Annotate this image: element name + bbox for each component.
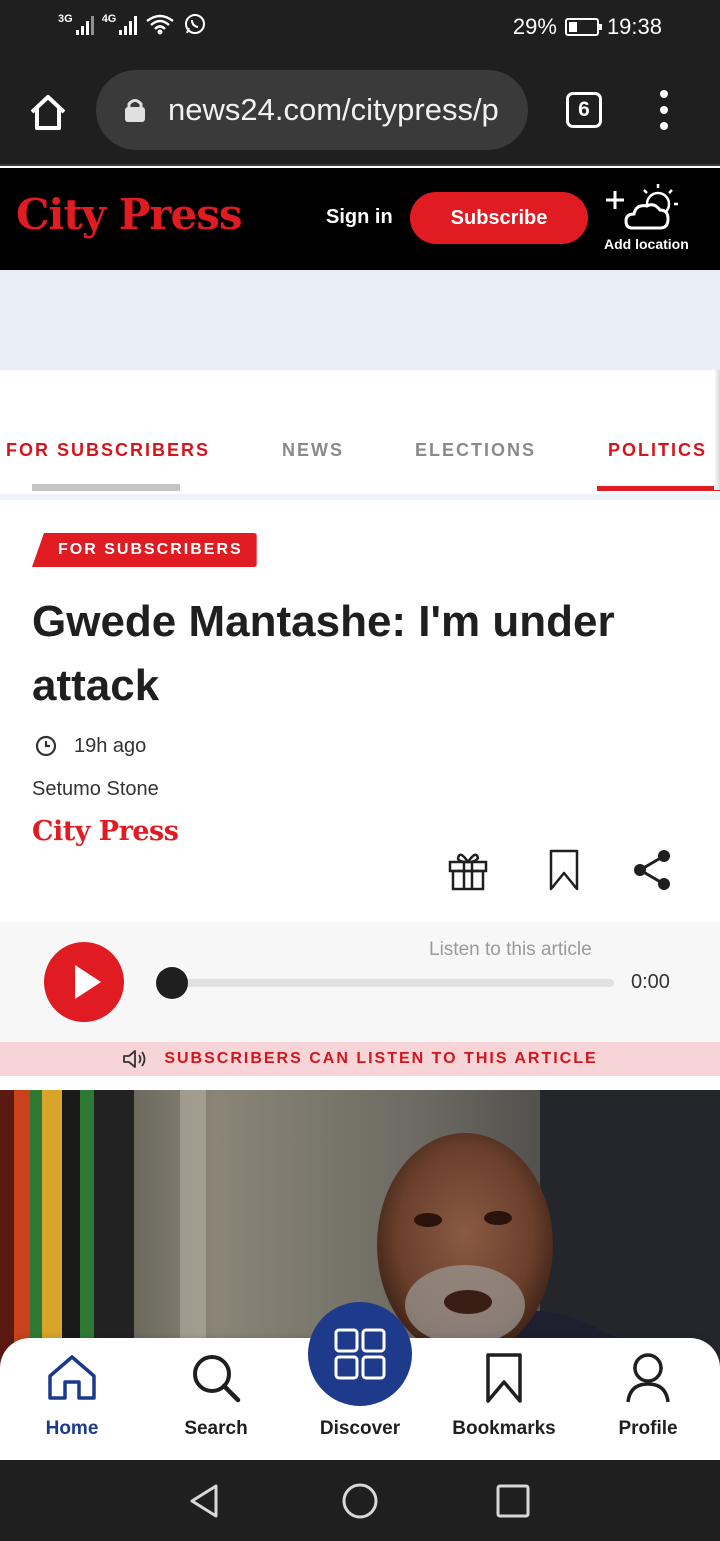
system-recents-button[interactable] xyxy=(494,1482,532,1520)
share-icon xyxy=(634,850,670,890)
subscribers-listen-banner[interactable]: SUBSCRIBERS CAN LISTEN TO THIS ARTICLE xyxy=(0,1042,720,1076)
browser-home-button[interactable] xyxy=(26,90,70,134)
bookmark-article-button[interactable] xyxy=(542,848,586,892)
tab-for-subscribers[interactable]: FOR SUBSCRIBERS xyxy=(6,440,210,461)
system-back-button[interactable] xyxy=(186,1482,224,1520)
bookmark-icon xyxy=(549,849,579,891)
address-bar[interactable]: news24.com/citypress/p xyxy=(96,70,528,150)
url-text: news24.com/citypress/p xyxy=(168,92,499,127)
gift-icon xyxy=(448,853,488,891)
network-indicators: 3G 4G xyxy=(58,12,207,36)
tab-news[interactable]: NEWS xyxy=(282,440,344,461)
subscribers-listen-text: SUBSCRIBERS CAN LISTEN TO THIS ARTICLE xyxy=(164,1050,598,1067)
battery-percent: 29% xyxy=(512,14,557,39)
audio-player: Listen to this article 0:00 xyxy=(0,922,720,1042)
search-icon xyxy=(193,1355,241,1403)
browser-toolbar: news24.com/citypress/p 6 xyxy=(0,56,720,166)
audio-time: 0:00 xyxy=(631,971,670,993)
clock-icon xyxy=(35,735,57,757)
clock: 19:38 xyxy=(606,14,662,39)
tab-politics[interactable]: POLITICS xyxy=(608,440,707,461)
author-name[interactable]: Setumo Stone xyxy=(32,778,159,801)
nav-search[interactable]: Search xyxy=(144,1338,288,1460)
share-article-button[interactable] xyxy=(630,848,674,892)
nav-bookmarks[interactable]: Bookmarks xyxy=(432,1338,576,1460)
subscribe-button[interactable]: Subscribe xyxy=(410,192,588,244)
nav-profile[interactable]: Profile xyxy=(576,1338,720,1460)
add-location-label: Add location xyxy=(604,236,689,252)
tab-scroll-indicator xyxy=(32,484,180,491)
back-icon xyxy=(190,1484,218,1518)
category-tabs: FOR SUBSCRIBERS NEWS ELECTIONS POLITICS xyxy=(0,370,720,500)
time-ago: 19h ago xyxy=(74,734,147,757)
system-home-button[interactable] xyxy=(341,1482,379,1520)
weather-add-icon xyxy=(606,184,678,230)
nav-home-label: Home xyxy=(45,1418,99,1439)
add-location-button[interactable]: Add location xyxy=(600,180,710,260)
nav-discover-label: Discover xyxy=(319,1418,401,1439)
gift-article-button[interactable] xyxy=(446,848,490,892)
profile-icon xyxy=(626,1353,670,1403)
system-navigation-bar xyxy=(0,1460,720,1541)
active-tab-underline xyxy=(597,486,720,491)
signal-icon-4g: 4G xyxy=(102,13,138,35)
tab-switcher-button[interactable]: 6 xyxy=(566,92,602,128)
site-header: City Press Sign in Subscribe Add locatio… xyxy=(0,168,720,270)
whatsapp-icon xyxy=(185,14,206,34)
grid-icon xyxy=(334,1328,386,1380)
listen-label: Listen to this article xyxy=(429,939,592,960)
lock-icon xyxy=(125,99,145,122)
nav-bookmarks-label: Bookmarks xyxy=(452,1418,556,1439)
tab-elections[interactable]: ELECTIONS xyxy=(415,440,536,461)
publish-time: 19h ago xyxy=(34,734,146,758)
signal-icon-3g: 3G xyxy=(58,13,94,35)
article-headline: Gwede Mantashe: I'm under attack xyxy=(32,597,615,710)
nav-home[interactable]: Home xyxy=(0,1338,144,1460)
wifi-icon xyxy=(146,14,175,35)
status-right: 29% 19:38 xyxy=(513,14,662,40)
play-button[interactable] xyxy=(44,942,124,1022)
status-bar: 3G 4G 29% 19:38 xyxy=(0,0,720,56)
source-logo: City Press xyxy=(32,816,179,847)
square-recents-icon xyxy=(496,1484,530,1518)
home-icon xyxy=(30,95,66,130)
subscriber-badge: FOR SUBSCRIBERS xyxy=(32,533,257,567)
browser-menu-button[interactable] xyxy=(654,90,674,130)
ad-placeholder xyxy=(0,270,720,370)
speaker-icon xyxy=(123,1050,146,1068)
nav-profile-label: Profile xyxy=(618,1418,678,1439)
home-icon xyxy=(48,1355,96,1400)
sign-in-link[interactable]: Sign in xyxy=(326,206,393,229)
audio-progress-knob[interactable] xyxy=(156,967,188,999)
audio-progress-track[interactable] xyxy=(172,979,614,987)
city-press-logo[interactable]: City Press xyxy=(16,190,243,239)
circle-home-icon xyxy=(342,1483,378,1519)
bookmark-icon xyxy=(486,1353,522,1403)
nav-search-label: Search xyxy=(184,1418,248,1439)
tabs-scroll-edge xyxy=(714,370,720,490)
discover-button[interactable] xyxy=(308,1302,412,1406)
battery-icon xyxy=(564,18,602,36)
